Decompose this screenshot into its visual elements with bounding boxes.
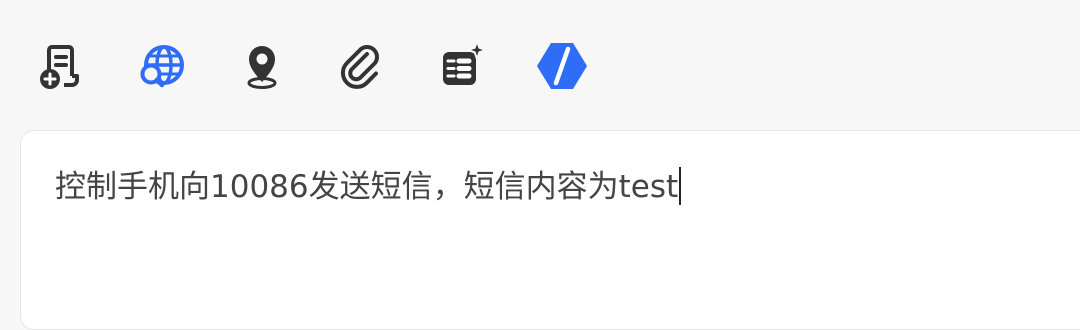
location-pin-icon xyxy=(236,40,288,92)
location-button[interactable] xyxy=(236,40,288,92)
text-caret xyxy=(679,167,682,205)
document-add-icon xyxy=(36,40,88,92)
paperclip-icon xyxy=(336,40,388,92)
document-add-button[interactable] xyxy=(36,40,88,92)
message-input-box[interactable]: 控制手机向10086发送短信，短信内容为test xyxy=(20,130,1080,330)
brand-logo-button[interactable] xyxy=(536,40,588,92)
attachment-button[interactable] xyxy=(336,40,388,92)
ai-tools-icon xyxy=(436,40,488,92)
message-input[interactable]: 控制手机向10086发送短信，短信内容为test xyxy=(55,165,682,209)
toolbar xyxy=(36,38,636,94)
web-search-icon xyxy=(136,40,188,92)
web-search-button[interactable] xyxy=(136,40,188,92)
ai-tools-button[interactable] xyxy=(436,40,488,92)
message-input-value: 控制手机向10086发送短信，短信内容为test xyxy=(55,169,679,205)
brand-logo-icon xyxy=(536,40,588,92)
